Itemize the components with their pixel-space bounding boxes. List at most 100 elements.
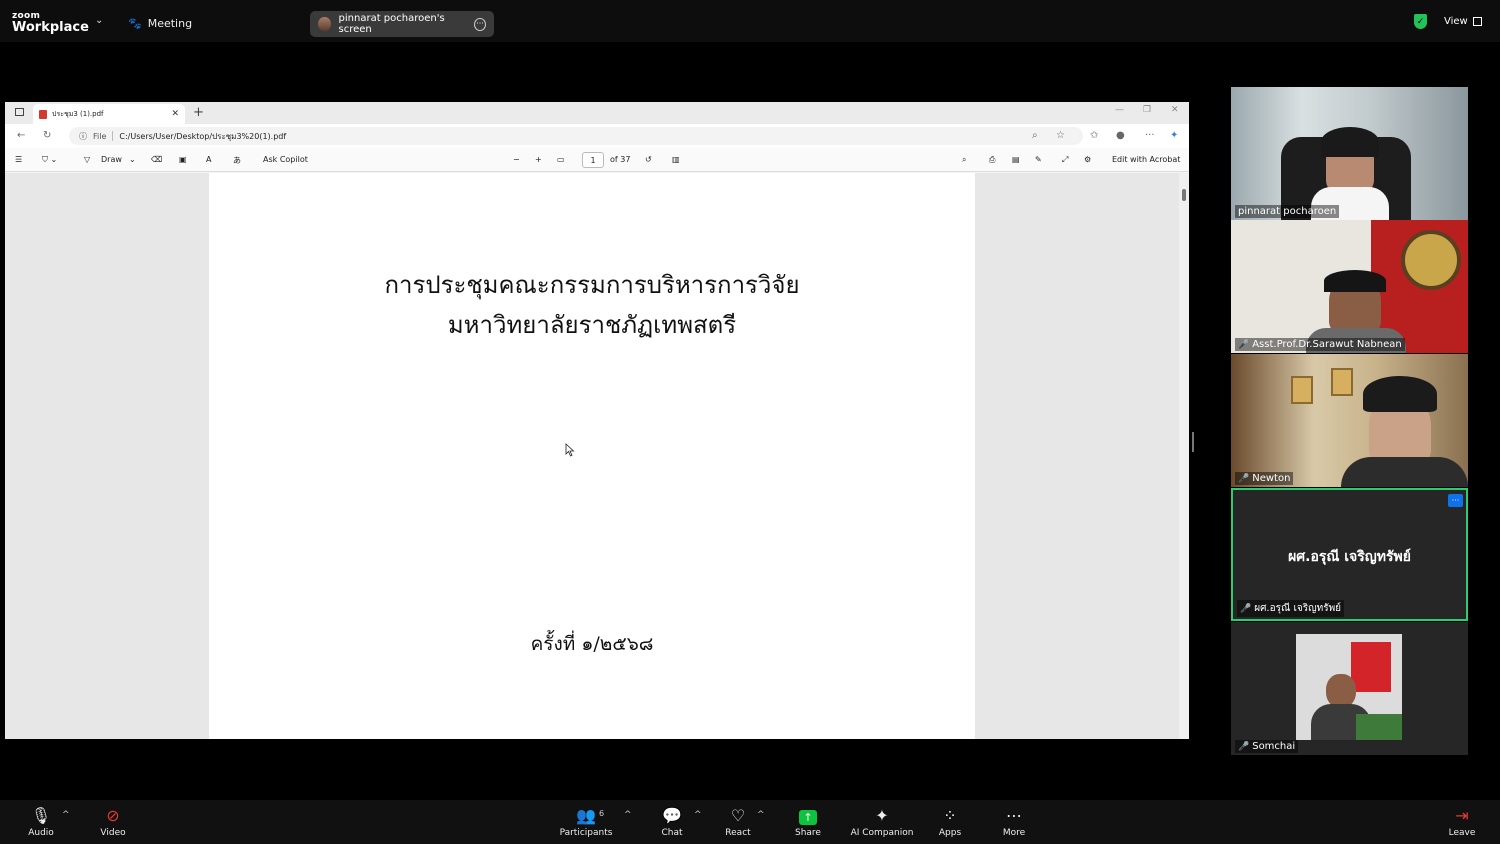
refresh-icon[interactable]: ↻ xyxy=(43,130,51,141)
eraser-icon[interactable]: ⌫ xyxy=(151,155,162,164)
video-button[interactable]: ⊘ Video xyxy=(96,806,130,838)
profile-icon[interactable]: ● xyxy=(1116,130,1125,141)
search-icon[interactable]: ⌕ xyxy=(962,155,966,165)
more-options-icon[interactable]: ··· xyxy=(474,17,486,31)
wall-portrait xyxy=(1331,368,1353,396)
participant-hair xyxy=(1363,376,1437,412)
more-options-icon[interactable]: ··· xyxy=(1448,494,1463,507)
active-speaker-tile[interactable]: ··· ผศ.อรุณี เจริญทรัพย์ 🎤 ผศ.อรุณี เจริ… xyxy=(1231,488,1468,621)
participants-label: Participants xyxy=(559,828,613,838)
wall-portrait xyxy=(1291,376,1313,404)
screen-share-label: pinnarat pocharoen's screen xyxy=(338,13,445,35)
audio-options-caret-icon[interactable]: ^ xyxy=(62,810,70,820)
participant-name-tag: 🎤 Asst.Prof.Dr.Sarawut Nabnean xyxy=(1235,338,1405,351)
share-button[interactable]: ↑ Share xyxy=(792,806,824,838)
mouse-cursor-icon xyxy=(565,443,575,457)
ask-copilot-button[interactable]: Ask Copilot xyxy=(263,155,308,164)
restore-icon[interactable]: ❐ xyxy=(1143,105,1151,115)
settings-gear-icon[interactable]: ⚙ xyxy=(1084,155,1091,164)
video-tile[interactable]: 🎤 Somchai xyxy=(1231,622,1468,755)
draw-label[interactable]: Draw xyxy=(101,155,122,164)
contents-icon[interactable]: ☰ xyxy=(15,155,22,164)
chat-options-caret-icon[interactable]: ^ xyxy=(694,810,702,820)
translate-icon[interactable]: あ xyxy=(233,155,241,166)
save-as-icon[interactable]: ✎ xyxy=(1035,155,1042,164)
audio-button[interactable]: 🎙 Audio xyxy=(24,806,58,838)
save-icon[interactable]: ▤ xyxy=(1012,155,1020,164)
zoom-icon[interactable]: ⌕ xyxy=(1032,130,1038,141)
text-box-icon[interactable]: ▣ xyxy=(179,155,187,164)
address-row: ← ↻ ⓘ File C:/Users/User/Desktop/ประชุม3… xyxy=(5,124,1189,148)
pdf-title-line1: การประชุมคณะกรรมการบริหารการวิจัย xyxy=(384,271,800,299)
chevron-down-icon[interactable]: ⌄ xyxy=(95,15,103,26)
screen-share-indicator[interactable]: pinnarat pocharoen's screen ··· xyxy=(310,11,494,37)
video-tile[interactable]: pinnarat pocharoen xyxy=(1231,87,1468,220)
read-aloud-icon[interactable]: A xyxy=(206,155,211,164)
page-view-icon[interactable]: ▥ xyxy=(672,155,680,164)
chat-button[interactable]: 💬 Chat xyxy=(656,806,688,838)
react-button[interactable]: ♡ React xyxy=(722,806,754,838)
chevron-down-icon[interactable]: ⌄ xyxy=(129,155,136,164)
participants-button[interactable]: 👥 Participants xyxy=(558,806,614,838)
pdf-page: การประชุมคณะกรรมการบริหารการวิจัย มหาวิท… xyxy=(209,173,975,739)
participant-avatar xyxy=(1296,634,1402,740)
tab-title: ประชุม3 (1).pdf xyxy=(52,109,104,118)
back-arrow-icon[interactable]: ← xyxy=(17,130,25,141)
leave-button[interactable]: ⇥ Leave xyxy=(1446,806,1478,838)
pdf-file-icon xyxy=(39,109,47,119)
participant-name-tag: 🎤 ผศ.อรุณี เจริญทรัพย์ xyxy=(1237,600,1345,617)
ai-companion-button[interactable]: ✦ AI Companion xyxy=(850,806,914,838)
apps-icon: ⁘ xyxy=(943,806,957,825)
meeting-info-button[interactable]: 🐾 Meeting xyxy=(128,17,192,30)
heart-icon: ♡ xyxy=(730,806,746,825)
pdf-session-number: ครั้งที่ ๑/๒๕๖๘ xyxy=(530,633,654,655)
new-tab-icon[interactable]: + xyxy=(193,105,204,120)
leave-label: Leave xyxy=(1448,828,1476,838)
address-bar[interactable]: ⓘ File C:/Users/User/Desktop/ประชุม3%20(… xyxy=(69,127,1083,145)
shared-screen-browser: ประชุม3 (1).pdf ✕ + — ❐ ✕ ← ↻ ⓘ File C:/… xyxy=(5,102,1189,739)
minimize-icon[interactable]: — xyxy=(1115,105,1124,115)
rotate-icon[interactable]: ↺ xyxy=(645,155,652,164)
favorites-icon[interactable]: ✩ xyxy=(1090,130,1098,141)
panel-resize-handle[interactable] xyxy=(1192,432,1194,452)
close-icon[interactable]: ✕ xyxy=(171,109,179,119)
window-close-icon[interactable]: ✕ xyxy=(1171,105,1179,115)
security-shield-icon[interactable]: ✓ xyxy=(1414,14,1427,29)
participant-name: Newton xyxy=(1252,473,1291,484)
scroll-thumb[interactable] xyxy=(1182,189,1186,201)
pdf-scrollbar[interactable] xyxy=(1179,173,1189,739)
participants-options-caret-icon[interactable]: ^ xyxy=(624,810,632,820)
favorite-star-icon[interactable]: ☆ xyxy=(1056,130,1065,141)
zoom-out-icon[interactable]: − xyxy=(513,155,520,164)
share-label: Share xyxy=(795,828,821,838)
fit-page-icon[interactable]: ▭ xyxy=(557,155,565,164)
participants-icon: 👥 xyxy=(576,806,596,825)
more-icon[interactable]: ··· xyxy=(1145,130,1155,141)
video-tile[interactable]: 🎤 Newton xyxy=(1231,354,1468,487)
pdf-viewer[interactable]: การประชุมคณะกรรมการบริหารการวิจัย มหาวิท… xyxy=(5,173,1189,739)
print-icon[interactable]: ⎙ xyxy=(989,155,995,165)
microphone-icon: 🎙 xyxy=(30,806,52,825)
browser-tab[interactable]: ประชุม3 (1).pdf ✕ xyxy=(33,104,185,124)
more-icon: ⋯ xyxy=(1006,806,1022,825)
vertical-tabs-icon[interactable] xyxy=(15,108,24,116)
fullscreen-icon[interactable]: ⤢ xyxy=(1062,155,1068,165)
zoom-in-icon[interactable]: + xyxy=(535,155,542,164)
sparkle-icon: ✦ xyxy=(875,806,889,825)
wall-emblem xyxy=(1401,230,1461,290)
copilot-icon[interactable]: ✦ xyxy=(1170,130,1178,141)
meeting-top-bar: zoom Workplace ⌄ 🐾 Meeting pinnarat poch… xyxy=(0,0,1500,42)
apps-button[interactable]: ⁘ Apps xyxy=(934,806,966,838)
page-number-input[interactable]: 1 xyxy=(582,152,604,168)
draw-icon[interactable]: ▽ xyxy=(84,155,90,164)
highlight-icon[interactable]: ⛉ ⌄ xyxy=(42,155,57,165)
address-scheme: File xyxy=(93,131,107,141)
react-options-caret-icon[interactable]: ^ xyxy=(757,810,765,820)
mic-muted-icon: 🎤 xyxy=(1238,741,1250,752)
more-button[interactable]: ⋯ More xyxy=(998,806,1030,838)
video-tile[interactable]: 🎤 Asst.Prof.Dr.Sarawut Nabnean xyxy=(1231,220,1468,353)
view-button[interactable]: View xyxy=(1444,16,1482,27)
edit-with-acrobat-button[interactable]: Edit with Acrobat xyxy=(1112,155,1180,164)
participant-name-tag: 🎤 Somchai xyxy=(1235,740,1299,753)
mic-muted-icon: 🎤 xyxy=(1238,339,1250,350)
